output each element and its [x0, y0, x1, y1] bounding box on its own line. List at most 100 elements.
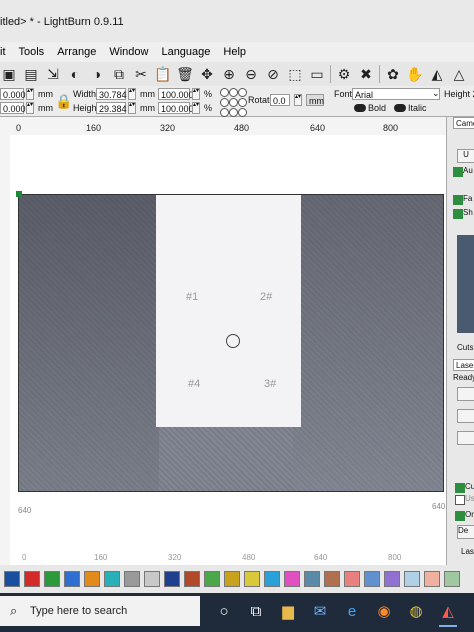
- color-swatch[interactable]: [84, 571, 100, 587]
- copy-icon[interactable]: ⧉: [110, 65, 128, 83]
- settings-icon[interactable]: ⚙: [335, 65, 353, 83]
- menu-arrange[interactable]: Arrange: [57, 46, 96, 58]
- show-checkbox[interactable]: [453, 209, 463, 219]
- file-explorer-icon[interactable]: ▆: [276, 599, 300, 623]
- hand-icon[interactable]: ✋: [406, 65, 424, 83]
- home-button[interactable]: [457, 431, 474, 445]
- zoom-selection-icon[interactable]: ⬚: [286, 65, 304, 83]
- anchor-point[interactable]: [229, 88, 238, 97]
- anchor-point[interactable]: [220, 108, 229, 117]
- zoom-in-icon[interactable]: ⊕: [220, 65, 238, 83]
- color-swatch[interactable]: [124, 571, 140, 587]
- color-swatch[interactable]: [24, 571, 40, 587]
- color-swatch[interactable]: [104, 571, 120, 587]
- mirror-icon[interactable]: ◭: [428, 65, 446, 83]
- bold-toggle[interactable]: [354, 104, 366, 112]
- tab-camera[interactable]: Came: [453, 117, 474, 129]
- anchor-point[interactable]: [220, 88, 229, 97]
- anchor-grid[interactable]: [220, 88, 247, 117]
- cut-selected-checkbox[interactable]: [455, 483, 465, 493]
- color-swatch[interactable]: [284, 571, 300, 587]
- rotate-field[interactable]: 0.0: [270, 94, 290, 106]
- tab-laser[interactable]: Laser: [453, 359, 474, 371]
- color-swatch[interactable]: [344, 571, 360, 587]
- height-field[interactable]: 29.384: [96, 102, 127, 114]
- color-swatch[interactable]: [264, 571, 280, 587]
- redo-icon[interactable]: ◑: [88, 65, 106, 83]
- x-spinner[interactable]: ▴▾: [26, 88, 34, 100]
- save-icon[interactable]: ▣: [0, 65, 18, 83]
- devices-button[interactable]: De: [457, 525, 474, 539]
- italic-toggle[interactable]: [394, 104, 406, 112]
- task-view-icon[interactable]: ⧉: [244, 599, 268, 623]
- menu-tools[interactable]: Tools: [19, 46, 45, 58]
- laser-control-button[interactable]: [457, 387, 474, 401]
- lock-icon[interactable]: 🔒: [55, 93, 72, 110]
- color-swatch[interactable]: [364, 571, 380, 587]
- color-swatch[interactable]: [204, 571, 220, 587]
- users-icon[interactable]: ✿: [384, 65, 402, 83]
- width-spinner[interactable]: ▴▾: [128, 88, 136, 100]
- color-swatch[interactable]: [444, 571, 460, 587]
- laser-position-marker[interactable]: [226, 334, 240, 348]
- color-swatch[interactable]: [324, 571, 340, 587]
- y-spinner[interactable]: ▴▾: [26, 102, 34, 114]
- cortana-icon[interactable]: ○: [212, 599, 236, 623]
- color-swatch[interactable]: [164, 571, 180, 587]
- anchor-point[interactable]: [220, 98, 229, 107]
- color-swatch[interactable]: [424, 571, 440, 587]
- delete-icon[interactable]: 🗑: [176, 65, 194, 83]
- chrome-icon[interactable]: ◍: [404, 599, 428, 623]
- anchor-point[interactable]: [238, 88, 247, 97]
- menu-language[interactable]: Language: [161, 46, 210, 58]
- origin-checkbox[interactable]: [455, 511, 465, 521]
- lightburn-taskbar-icon[interactable]: ◭: [436, 599, 460, 627]
- update-overlay-button[interactable]: U: [457, 149, 474, 163]
- edge-browser-icon[interactable]: e: [340, 599, 364, 623]
- menu-window[interactable]: Window: [109, 46, 148, 58]
- scale-width-spinner[interactable]: ▴▾: [192, 88, 200, 100]
- firefox-icon[interactable]: ◉: [372, 599, 396, 623]
- tools-icon[interactable]: ✖: [357, 65, 375, 83]
- color-swatch[interactable]: [64, 571, 80, 587]
- move-icon[interactable]: ✥: [198, 65, 216, 83]
- color-swatch[interactable]: [304, 571, 320, 587]
- export-icon[interactable]: ▤: [22, 65, 40, 83]
- scale-height-field[interactable]: 100.000: [158, 102, 194, 114]
- x-position-field[interactable]: 0.000: [0, 88, 26, 100]
- color-swatch[interactable]: [224, 571, 240, 587]
- zoom-out-icon[interactable]: ⊖: [242, 65, 260, 83]
- scale-width-field[interactable]: 100.000: [158, 88, 194, 100]
- anchor-point[interactable]: [238, 108, 247, 117]
- color-swatch[interactable]: [44, 571, 60, 587]
- menu-help[interactable]: Help: [223, 46, 246, 58]
- warning-icon[interactable]: △: [450, 65, 468, 83]
- color-swatch[interactable]: [4, 571, 20, 587]
- color-swatch[interactable]: [184, 571, 200, 587]
- width-field[interactable]: 30.784: [96, 88, 127, 100]
- chevron-down-icon[interactable]: ⌄: [432, 88, 440, 99]
- anchor-point[interactable]: [229, 98, 238, 107]
- font-select[interactable]: Arial: [352, 88, 440, 100]
- y-position-field[interactable]: 0.000: [0, 102, 26, 114]
- zoom-frame-icon[interactable]: ⊘: [264, 65, 282, 83]
- color-swatch[interactable]: [244, 571, 260, 587]
- rotate-spinner[interactable]: ▴▾: [294, 94, 302, 106]
- color-swatch[interactable]: [384, 571, 400, 587]
- taskbar-search-box[interactable]: ⌕ Type here to search: [0, 596, 200, 626]
- fade-checkbox[interactable]: [453, 195, 463, 205]
- monitor-icon[interactable]: ▭: [308, 65, 326, 83]
- anchor-point[interactable]: [238, 98, 247, 107]
- color-swatch[interactable]: [144, 571, 160, 587]
- cut-icon[interactable]: ✂: [132, 65, 150, 83]
- mm-toggle-button[interactable]: mm: [306, 94, 324, 106]
- import-icon[interactable]: ⇲: [44, 65, 62, 83]
- undo-icon[interactable]: ◐: [66, 65, 84, 83]
- camera-overlay-canvas[interactable]: #1 2# #4 3#: [18, 194, 444, 492]
- color-swatch[interactable]: [404, 571, 420, 587]
- scale-height-spinner[interactable]: ▴▾: [192, 102, 200, 114]
- paste-icon[interactable]: 📋: [154, 65, 172, 83]
- use-selection-checkbox[interactable]: [455, 495, 465, 505]
- auto-checkbox[interactable]: [453, 167, 463, 177]
- laser-control-button[interactable]: [457, 409, 474, 423]
